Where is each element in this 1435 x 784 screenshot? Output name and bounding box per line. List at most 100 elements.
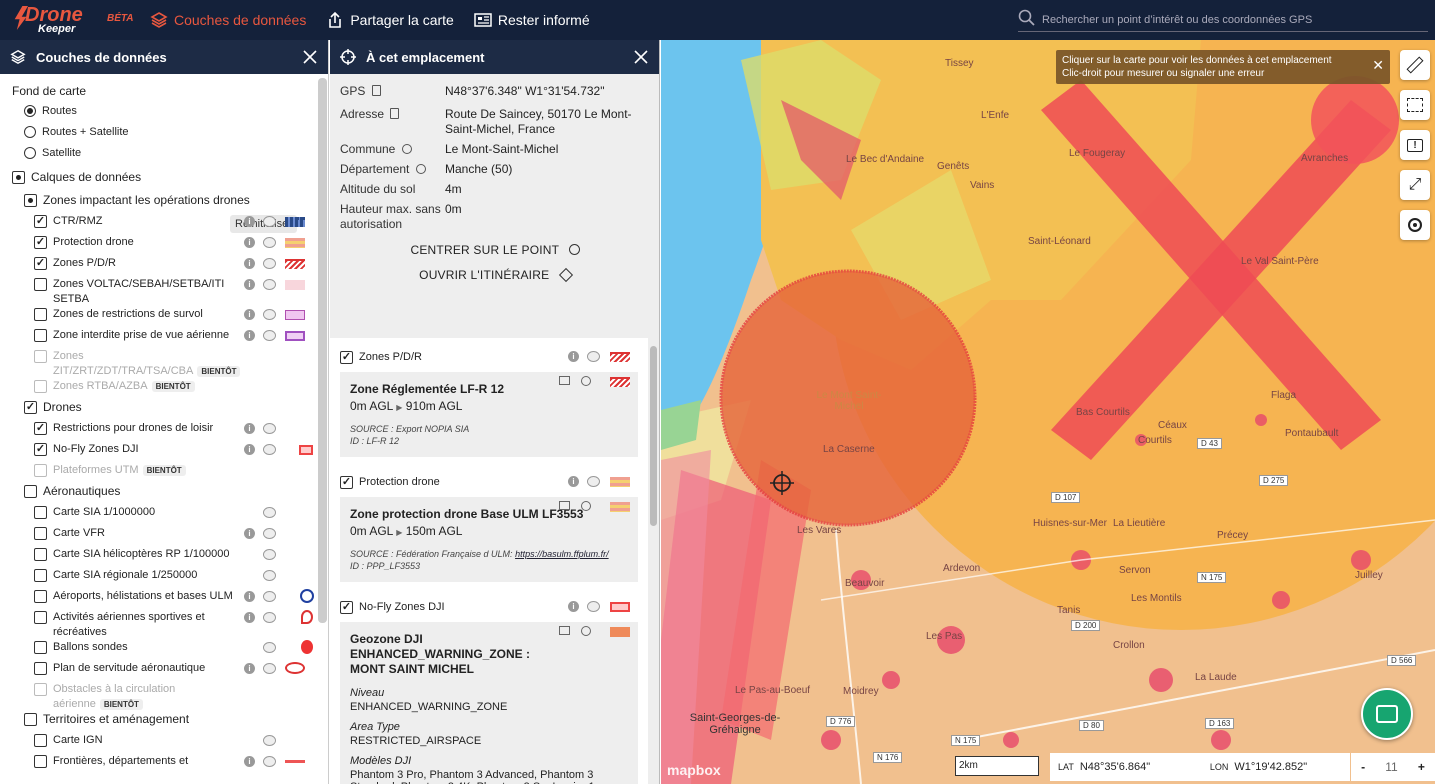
source-link[interactable]: https://basulm.ffplum.fr/	[515, 549, 609, 559]
nav-layers[interactable]: Couches de données	[150, 0, 306, 40]
info-icon[interactable]: i	[244, 663, 255, 674]
info-icon[interactable]: i	[568, 351, 579, 362]
layer-item[interactable]: Restrictions pour drones de loisir i	[12, 421, 315, 442]
info-icon[interactable]: i	[244, 444, 255, 455]
search-input[interactable]	[1042, 13, 1422, 26]
info-icon[interactable]: i	[244, 528, 255, 539]
coins-icon[interactable]	[263, 258, 276, 269]
nav-news[interactable]: Rester informé	[474, 0, 590, 40]
layer-item[interactable]: Carte SIA hélicoptères RP 1/100000	[12, 547, 315, 568]
checkbox-checked[interactable]	[340, 601, 353, 614]
geolocate-button[interactable]	[1400, 210, 1430, 240]
layers-group-all[interactable]: Calques de données	[12, 170, 315, 191]
coins-icon[interactable]	[263, 279, 276, 290]
info-icon[interactable]: i	[244, 237, 255, 248]
layer-item[interactable]: CTR/RMZ i	[12, 214, 315, 235]
layer-item[interactable]: Zones de restrictions de survol i	[12, 307, 315, 328]
coins-icon[interactable]	[263, 444, 276, 455]
coins-icon[interactable]	[263, 528, 276, 539]
coins-icon[interactable]	[263, 237, 276, 248]
layer-item[interactable]: Activités aériennes sportives et récréat…	[12, 610, 315, 640]
copy-icon[interactable]	[390, 108, 400, 119]
checkbox[interactable]	[24, 194, 37, 207]
coins-icon[interactable]	[263, 756, 276, 767]
coins-icon[interactable]	[263, 330, 276, 341]
coins-icon[interactable]	[587, 351, 600, 362]
info-icon[interactable]: i	[244, 756, 255, 767]
fullscreen-button[interactable]: ⤢	[1400, 170, 1430, 200]
info-icon[interactable]: i	[244, 612, 255, 623]
info-icon[interactable]: i	[244, 330, 255, 341]
locate-icon[interactable]	[581, 376, 591, 386]
coins-icon[interactable]	[263, 663, 276, 674]
report-button[interactable]: !	[1400, 130, 1430, 160]
coins-icon[interactable]	[263, 549, 276, 560]
coins-icon[interactable]	[263, 216, 276, 227]
layer-item[interactable]: Protection drone i	[12, 235, 315, 256]
checkbox[interactable]	[34, 662, 47, 675]
radio-selected[interactable]	[24, 104, 36, 117]
ruler-button[interactable]	[1400, 50, 1430, 80]
close-icon[interactable]	[633, 49, 649, 65]
layer-item[interactable]: Ballons sondes	[12, 640, 315, 661]
checkbox[interactable]	[34, 257, 47, 270]
basemap-routes[interactable]: Routes	[12, 100, 315, 121]
basemap-routes-satellite[interactable]: Routes + Satellite	[12, 121, 315, 142]
checkbox[interactable]	[34, 641, 47, 654]
layer-item[interactable]: Carte SIA 1/1000000	[12, 505, 315, 526]
copy-icon[interactable]	[371, 85, 381, 96]
checkbox[interactable]	[34, 236, 47, 249]
checkbox[interactable]	[34, 569, 47, 582]
checkbox[interactable]	[34, 278, 47, 291]
coins-icon[interactable]	[263, 612, 276, 623]
zoom-out-button[interactable]: -	[1361, 760, 1365, 774]
logo[interactable]: Drone Keeper BÉTA	[0, 0, 150, 40]
coins-icon[interactable]	[263, 642, 276, 653]
close-icon[interactable]	[302, 49, 318, 65]
checkbox-partial[interactable]	[12, 171, 25, 184]
layer-group-2[interactable]: Aéronautiques	[12, 484, 315, 505]
screenshot-button[interactable]	[1400, 90, 1430, 120]
layer-group-1[interactable]: Drones	[12, 400, 315, 421]
checkbox[interactable]	[34, 590, 47, 603]
close-icon[interactable]: ✕	[1372, 58, 1384, 72]
info-icon[interactable]: i	[244, 309, 255, 320]
coins-icon[interactable]	[263, 570, 276, 581]
locate-icon[interactable]	[401, 144, 412, 154]
checkbox[interactable]	[34, 527, 47, 540]
zone-card-header[interactable]: Protection drone i	[340, 467, 638, 497]
checkbox[interactable]	[34, 548, 47, 561]
checkbox-checked[interactable]	[340, 476, 353, 489]
checkbox[interactable]	[34, 422, 47, 435]
coins-icon[interactable]	[587, 601, 600, 612]
checkbox[interactable]	[34, 443, 47, 456]
checkbox[interactable]	[34, 329, 47, 342]
layer-item[interactable]: Carte IGN	[12, 733, 315, 754]
map[interactable]: Le Bec d'Andaine Genêts Vains Le Fougeray Sa…	[661, 40, 1435, 784]
checkbox[interactable]	[34, 734, 47, 747]
locate-icon[interactable]	[415, 164, 426, 174]
mapbox-logo[interactable]: mapbox	[667, 762, 721, 778]
checkbox[interactable]	[34, 308, 47, 321]
coins-icon[interactable]	[587, 476, 600, 487]
info-icon[interactable]: i	[244, 279, 255, 290]
layer-item[interactable]: Zones P/D/R i	[12, 256, 315, 277]
layer-item[interactable]: Frontières, départements et i	[12, 754, 315, 775]
layer-group-0[interactable]: Zones impactant les opérations drones	[12, 193, 315, 214]
zone-card-header[interactable]: Zones P/D/R i	[340, 342, 638, 372]
radio[interactable]	[24, 146, 36, 159]
locate-icon[interactable]	[581, 626, 591, 636]
checkbox[interactable]	[24, 485, 37, 498]
coins-icon[interactable]	[263, 507, 276, 518]
report-icon[interactable]	[559, 376, 570, 385]
nav-share[interactable]: Partager la carte	[326, 0, 454, 40]
chat-button[interactable]	[1361, 688, 1413, 740]
layer-item[interactable]: Carte SIA régionale 1/250000	[12, 568, 315, 589]
info-icon[interactable]: i	[568, 601, 579, 612]
layer-item[interactable]: Carte VFR i	[12, 526, 315, 547]
info-icon[interactable]: i	[568, 476, 579, 487]
zoom-in-button[interactable]: +	[1418, 760, 1425, 774]
open-route-button[interactable]: OUVRIR L'ITINÉRAIRE	[330, 263, 660, 288]
center-on-point-button[interactable]: CENTRER SUR LE POINT	[330, 238, 660, 263]
info-icon[interactable]: i	[244, 423, 255, 434]
